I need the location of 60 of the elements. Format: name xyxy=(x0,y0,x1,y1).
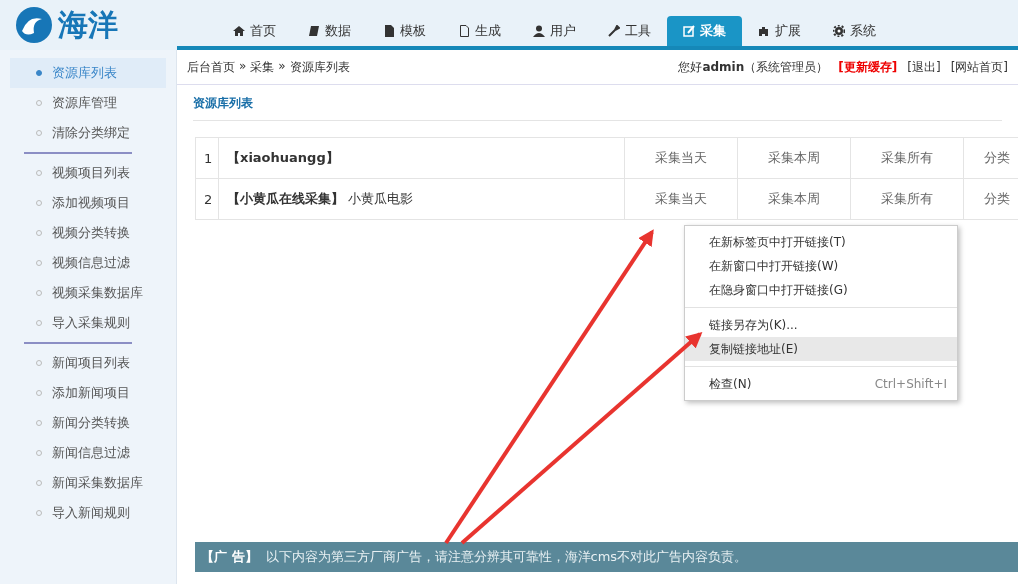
action-link[interactable]: 采集本周 xyxy=(737,178,851,220)
nav-tab[interactable]: 系统 xyxy=(817,16,892,46)
row-number: 2 xyxy=(195,178,219,220)
menu-item[interactable]: 在隐身窗口中打开链接(G) xyxy=(685,278,957,302)
header-link[interactable]: [更新缓存] xyxy=(838,58,898,76)
sidebar-item[interactable]: 视频分类转换 xyxy=(10,218,166,248)
sidebar-item[interactable]: 添加视频项目 xyxy=(10,188,166,218)
menu-item[interactable]: 检查(N) Ctrl+Shift+I xyxy=(685,372,957,396)
sidebar-item[interactable]: 新闻采集数据库 xyxy=(10,468,166,498)
sidebar-item[interactable]: 新闻信息过滤 xyxy=(10,438,166,468)
user-icon xyxy=(533,25,545,37)
action-link[interactable]: 采集所有 xyxy=(850,137,964,179)
source-name-cell: 【小黄瓜在线采集】 小黄瓜电影 xyxy=(218,178,625,220)
breadcrumb-link[interactable]: 后台首页 xyxy=(187,58,235,76)
user-greeting: 您好admin（系统管理员） xyxy=(678,58,829,76)
sidebar-item[interactable]: 视频信息过滤 xyxy=(10,248,166,278)
sidebar-item[interactable]: 新闻项目列表 xyxy=(10,348,166,378)
nav-tab[interactable]: 工具 xyxy=(592,16,667,46)
action-link[interactable]: 采集本周 xyxy=(737,137,851,179)
menu-item[interactable]: 在新窗口中打开链接(W) xyxy=(685,254,957,278)
wrench-icon xyxy=(608,25,620,37)
header-link[interactable]: [退出] xyxy=(907,58,941,76)
sidebar-item[interactable]: 资源库管理 xyxy=(10,88,166,118)
home-icon xyxy=(233,25,245,37)
edit-icon xyxy=(683,25,695,37)
nav-tab[interactable]: 扩展 xyxy=(742,16,817,46)
sidebar-item[interactable]: 添加新闻项目 xyxy=(10,378,166,408)
breadcrumb-separator: » xyxy=(278,58,286,75)
nav-tab[interactable]: 生成 xyxy=(442,16,517,46)
page-title: 资源库列表 xyxy=(193,95,1002,121)
sidebar-item[interactable]: 导入新闻规则 xyxy=(10,498,166,528)
breadcrumb-link[interactable]: 资源库列表 xyxy=(289,58,350,76)
menu-item[interactable]: 链接另存为(K)... xyxy=(685,313,957,337)
page-icon xyxy=(458,25,470,37)
nav-tab[interactable]: 首页 xyxy=(217,16,292,46)
sidebar-item[interactable]: 新闻分类转换 xyxy=(10,408,166,438)
header-link[interactable]: [网站首页] xyxy=(950,58,1008,76)
row-number: 1 xyxy=(195,137,219,179)
ad-tag: 【广 告】 xyxy=(201,548,258,566)
file-icon xyxy=(383,25,395,37)
action-link[interactable]: 采集当天 xyxy=(624,137,738,179)
menu-item[interactable]: 复制链接地址(E) xyxy=(685,337,957,361)
wave-logo-icon xyxy=(14,5,54,45)
gear-icon xyxy=(833,25,845,37)
breadcrumb-link[interactable]: 采集 xyxy=(250,58,275,76)
sidebar-item[interactable]: 导入采集规则 xyxy=(10,308,166,338)
logo-text: 海洋 xyxy=(58,5,118,44)
ad-notice: 以下内容为第三方厂商广告，请注意分辨其可靠性，海洋cms不对此广告内容负责。 xyxy=(265,548,748,566)
nav-tab[interactable]: 用户 xyxy=(517,16,592,46)
action-link[interactable]: 采集当天 xyxy=(624,178,738,220)
menu-item[interactable]: 在新标签页中打开链接(T) xyxy=(685,230,957,254)
sidebar-item[interactable]: 视频采集数据库 xyxy=(10,278,166,308)
sidebar-item[interactable]: 视频项目列表 xyxy=(10,158,166,188)
sidebar-item[interactable]: 清除分类绑定 xyxy=(10,118,166,148)
action-link[interactable]: 分类 xyxy=(963,137,1018,179)
nav-tab[interactable]: 模板 xyxy=(367,16,442,46)
action-link[interactable]: 采集所有 xyxy=(850,178,964,220)
breadcrumb-separator: » xyxy=(239,58,247,75)
source-name-cell: 【xiaohuangg】 xyxy=(218,137,625,179)
nav-tab[interactable]: 数据 xyxy=(292,16,367,46)
